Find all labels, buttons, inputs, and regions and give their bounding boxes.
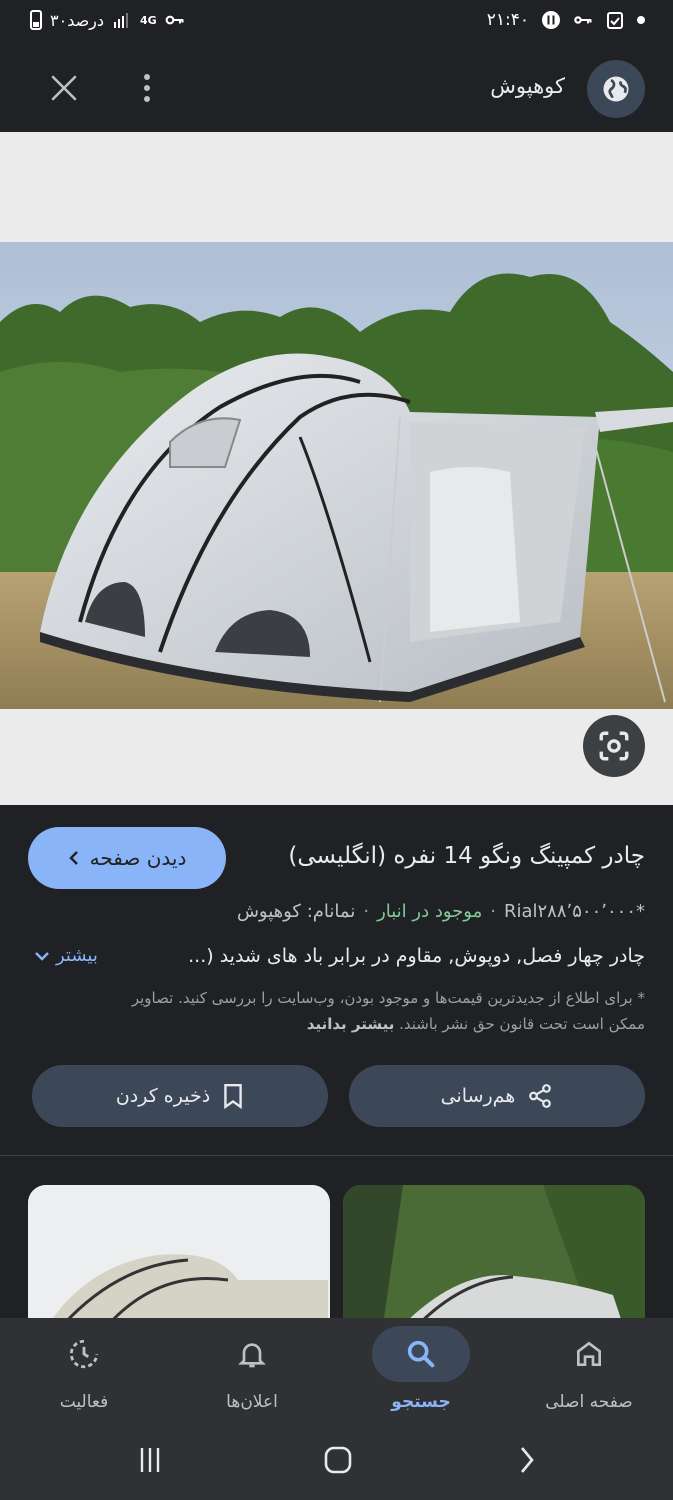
nav-home-pill — [540, 1326, 638, 1382]
nav-notifications[interactable]: اعلان‌ها — [168, 1326, 336, 1426]
section-divider — [0, 1155, 673, 1156]
nav-activity-label: فعالیت — [59, 1392, 109, 1412]
related-result-card[interactable] — [343, 1185, 645, 1325]
nav-search-label: جستجو — [391, 1392, 451, 1412]
product-description: چادر چهار فصل, دوپوش, مقاوم در برابر باد… — [188, 945, 645, 967]
product-info: دیدن صفحه چادر کمپینگ ونگو 14 نفره (انگل… — [0, 805, 673, 1155]
share-label: هم‌رسانی — [440, 1085, 516, 1107]
clock: ۲۱:۴۰ — [486, 10, 529, 30]
system-navigation — [0, 1430, 673, 1490]
tent-photo — [0, 242, 673, 709]
meta-separator: · — [363, 901, 370, 922]
clipboard-check-icon — [607, 12, 623, 29]
disclaimer: * برای اطلاع از جدیدترین قیمت‌ها و موجود… — [115, 985, 645, 1037]
product-image[interactable] — [0, 242, 673, 709]
back-arrow-icon — [521, 1447, 534, 1473]
nav-activity[interactable]: فعالیت — [0, 1326, 168, 1426]
chevron-down-icon — [35, 951, 49, 961]
related-result-card[interactable] — [28, 1185, 330, 1325]
recents-icon — [140, 1448, 160, 1472]
product-title: چادر کمپینگ ونگو 14 نفره (انگلیسی) — [288, 843, 645, 869]
save-label: ذخیره کردن — [115, 1085, 211, 1107]
image-letterbox-bottom — [0, 709, 673, 805]
lens-search-icon — [599, 731, 629, 761]
image-letterbox-top — [0, 132, 673, 242]
status-left: ۳۰درصد 4G — [30, 10, 185, 30]
notification-dot — [637, 16, 645, 24]
share-icon — [529, 1084, 552, 1108]
nav-home-label: صفحه اصلی — [545, 1392, 633, 1412]
back-button[interactable] — [506, 1442, 546, 1478]
brand: نمانام: کوهپوش — [236, 901, 356, 922]
meta-separator: · — [490, 901, 496, 922]
related-tent-image — [343, 1185, 645, 1325]
pause-circle-icon — [542, 11, 560, 29]
stock-status: موجود در انبار — [377, 901, 483, 922]
share-button[interactable]: هم‌رسانی — [349, 1065, 645, 1127]
globe-icon — [603, 76, 629, 102]
battery-icon — [30, 10, 42, 30]
learn-more-link[interactable]: بیشتر بدانید — [307, 1015, 395, 1033]
close-icon — [51, 75, 77, 101]
home-icon — [577, 1341, 601, 1366]
visit-page-label: دیدن صفحه — [89, 846, 187, 870]
close-button[interactable] — [46, 70, 82, 106]
key-icon — [574, 16, 592, 24]
nav-home[interactable]: صفحه اصلی — [505, 1326, 673, 1426]
visit-page-button[interactable]: دیدن صفحه — [28, 827, 226, 889]
product-price: Rial۲۸۸٬۵۰۰٬۰۰۰* — [503, 901, 645, 922]
recents-button[interactable] — [130, 1442, 170, 1478]
more-menu-button[interactable] — [132, 68, 162, 108]
nav-search-pill — [372, 1326, 470, 1382]
site-name[interactable]: کوهپوش — [490, 74, 565, 98]
lens-button[interactable] — [583, 715, 645, 777]
activity-icon — [69, 1339, 99, 1369]
nav-notifications-label: اعلان‌ها — [226, 1392, 278, 1412]
nav-notifications-pill — [203, 1326, 301, 1382]
status-right: ۲۱:۴۰ — [487, 10, 645, 30]
nav-search[interactable]: جستجو — [337, 1326, 505, 1426]
save-button[interactable]: ذخیره کردن — [32, 1065, 328, 1127]
bookmark-icon — [224, 1083, 242, 1109]
site-avatar[interactable] — [587, 60, 645, 118]
home-circle-icon — [324, 1446, 352, 1474]
search-icon — [407, 1340, 435, 1368]
header: کوهپوش — [0, 46, 673, 132]
chevron-left-icon — [68, 851, 78, 865]
home-system-button[interactable] — [318, 1442, 358, 1478]
signal-icon — [114, 13, 129, 28]
vpn-key-icon — [165, 15, 184, 25]
related-tent-image — [28, 1185, 330, 1325]
battery-text: ۳۰درصد — [50, 10, 105, 30]
bell-icon — [238, 1343, 266, 1368]
status-bar: ۳۰درصد 4G ۲۱:۴۰ — [0, 0, 673, 46]
more-button[interactable]: بیشتر — [34, 945, 98, 966]
network-label: 4G — [140, 13, 157, 27]
more-vert-icon — [144, 74, 150, 102]
product-meta: Rial۲۸۸٬۵۰۰٬۰۰۰* · موجود در انبار · نمان… — [237, 901, 645, 922]
nav-activity-pill — [35, 1326, 133, 1382]
more-label: بیشتر — [56, 945, 98, 966]
